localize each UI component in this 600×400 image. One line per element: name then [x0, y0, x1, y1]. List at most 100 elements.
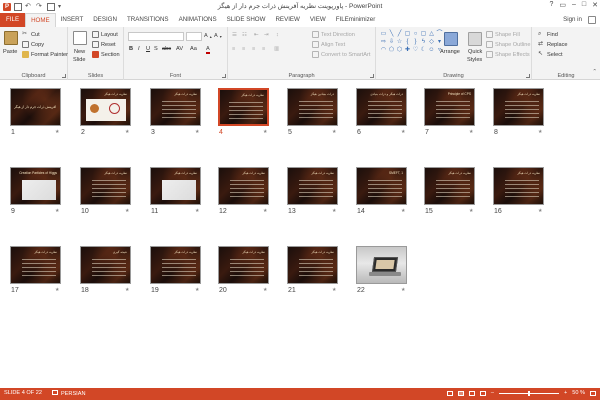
shape-callout-icon[interactable]: ◇	[428, 39, 435, 46]
slide-thumbnail-image[interactable]: نظریه آفرینش ذرات جرم دار از هیگز	[10, 88, 61, 126]
shape-fill-button[interactable]: Shape Fill	[486, 31, 520, 38]
shape-textbox-icon[interactable]: ▭	[380, 31, 387, 38]
shape-oval-icon[interactable]: ○	[412, 31, 419, 38]
shapes-gallery[interactable]: ▭ ╲ ╱ ▢ ○ ▢ △ ⌒ ⇨ ⇩ ☆{} ϟ ◇ ▾ ◠ ⬠ ⬡ ✚ ♡ ☾ ☺ ▿	[380, 31, 443, 61]
bold-button[interactable]: B	[129, 46, 133, 52]
columns-icon[interactable]: ▥	[274, 46, 279, 52]
shape-star-icon[interactable]: ☆	[396, 39, 403, 46]
arrange-button[interactable]: Arrange	[440, 49, 460, 55]
animation-star-icon[interactable]: ★	[125, 287, 129, 293]
slide-thumbnail-image[interactable]: نظریه ذرات هیگز	[150, 246, 201, 284]
animation-star-icon[interactable]: ★	[538, 129, 542, 135]
clipboard-dialog-launcher-icon[interactable]	[62, 74, 66, 78]
normal-view-icon[interactable]	[446, 390, 453, 396]
slide-thumbnail[interactable]: ذرات بنیادین هیگز 5 ★	[287, 88, 338, 136]
slide-thumbnail-image[interactable]: ذرات بنیادین هیگز	[287, 88, 338, 126]
animation-star-icon[interactable]: ★	[469, 129, 473, 135]
slide-thumbnail-image[interactable]: نظریه ذرات هیگز	[150, 167, 201, 205]
increase-indent-icon[interactable]: ⇥	[264, 32, 269, 38]
slide-thumbnail[interactable]: SMEFT, 1 14 ★	[356, 167, 407, 215]
slide-thumbnail[interactable]: نظریه ذرات هیگز 4 ★	[218, 88, 269, 136]
slide-thumbnail-image[interactable]: ذرات هیگز و ذرات بنیادی	[356, 88, 407, 126]
tab-review[interactable]: REVIEW	[270, 13, 304, 27]
shape-brace-icon[interactable]: {	[404, 39, 411, 46]
slide-thumbnail-image[interactable]: نظریه ذرات هیگز	[218, 167, 269, 205]
slide-thumbnail-image[interactable]: نظریه ذرات هیگز	[493, 167, 544, 205]
slide-thumbnail-image[interactable]: نظریه ذرات هیگز	[287, 167, 338, 205]
underline-button[interactable]: U	[146, 46, 150, 52]
shape-arrow-right-icon[interactable]: ⇨	[380, 39, 387, 46]
slide-thumbnail[interactable]: نظریه ذرات هیگز 19 ★	[150, 246, 201, 294]
animation-star-icon[interactable]: ★	[263, 129, 267, 135]
quick-styles-button[interactable]: Quick	[468, 49, 482, 55]
slide-thumbnail-image[interactable]: نظریه ذرات هیگز	[80, 167, 131, 205]
decrease-indent-icon[interactable]: ⇤	[254, 32, 259, 38]
animation-star-icon[interactable]: ★	[332, 287, 336, 293]
paste-icon[interactable]	[4, 31, 18, 45]
animation-star-icon[interactable]: ★	[401, 129, 405, 135]
shape-hexagon-icon[interactable]: ⬡	[396, 47, 403, 54]
font-color-icon[interactable]: A	[206, 46, 210, 54]
grow-font-icon[interactable]: A ▴	[204, 33, 212, 39]
slide-show-view-icon[interactable]	[479, 390, 486, 396]
slide-thumbnail-image[interactable]: نظریه ذرات هیگز	[10, 246, 61, 284]
shape-line-icon[interactable]: ╲	[388, 31, 395, 38]
cut-button[interactable]: ✂ Cut	[22, 31, 40, 38]
animation-star-icon[interactable]: ★	[55, 287, 59, 293]
shape-smiley-icon[interactable]: ☺	[428, 47, 435, 54]
font-size-input[interactable]	[186, 32, 202, 41]
shape-moon-icon[interactable]: ☾	[420, 47, 427, 54]
shape-more-icon[interactable]: ▾	[436, 39, 443, 46]
slide-thumbnail-image[interactable]: نظریه ذرات هیگز	[218, 246, 269, 284]
slide-thumbnail-image[interactable]: نظریه ذرات هیگز	[80, 88, 131, 126]
section-button[interactable]: Section	[92, 51, 120, 58]
select-button[interactable]: ↖ Select	[538, 51, 563, 58]
slide-thumbnail-image[interactable]	[356, 246, 407, 284]
animation-star-icon[interactable]: ★	[469, 208, 473, 214]
reading-view-icon[interactable]	[468, 390, 475, 396]
text-direction-button[interactable]: Text Direction	[312, 31, 355, 38]
tab-home[interactable]: HOME	[25, 13, 56, 27]
zoom-in-icon[interactable]: +	[564, 390, 567, 396]
slide-thumbnail[interactable]: نظریه ذرات هیگز 13 ★	[287, 167, 338, 215]
justify-icon[interactable]: ≡	[262, 46, 265, 52]
shape-arc-icon[interactable]: ◠	[380, 47, 387, 54]
slide-thumbnail[interactable]: نظریه ذرات هیگز 10 ★	[80, 167, 131, 215]
strikethrough-abc-button[interactable]: abc	[162, 46, 171, 52]
slide-thumbnail-image[interactable]: نظریه ذرات هیگز	[493, 88, 544, 126]
zoom-slider-thumb[interactable]	[527, 390, 530, 396]
animation-star-icon[interactable]: ★	[332, 129, 336, 135]
new-slide-button-label2[interactable]: Slide	[73, 57, 85, 63]
paragraph-dialog-launcher-icon[interactable]	[370, 74, 374, 78]
line-spacing-icon[interactable]: ↕	[276, 32, 279, 38]
animation-star-icon[interactable]: ★	[125, 208, 129, 214]
slide-thumbnail[interactable]: نظریه ذرات هیگز 17 ★	[10, 246, 61, 294]
align-right-icon[interactable]: ≡	[252, 46, 255, 52]
animation-star-icon[interactable]: ★	[55, 208, 59, 214]
tab-insert[interactable]: INSERT	[56, 13, 89, 27]
slide-thumbnail-image[interactable]: نظریه ذرات هیگز	[218, 88, 269, 126]
arrange-icon[interactable]	[444, 32, 458, 46]
animation-star-icon[interactable]: ★	[55, 129, 59, 135]
replace-button[interactable]: ⇄ Replace	[538, 41, 568, 48]
powerpoint-app-icon[interactable]: P	[3, 2, 11, 11]
tab-transitions[interactable]: TRANSITIONS	[122, 13, 174, 27]
slide-thumbnail-image[interactable]: نظریه ذرات هیگز	[424, 167, 475, 205]
slide-thumbnail[interactable]: نظریه ذرات هیگز 11 ★	[150, 167, 201, 215]
quick-styles-icon[interactable]	[468, 32, 482, 46]
save-icon[interactable]	[14, 2, 22, 11]
align-text-button[interactable]: Align Text	[312, 41, 345, 48]
format-painter-button[interactable]: Format Painter	[22, 51, 68, 58]
animation-star-icon[interactable]: ★	[401, 287, 405, 293]
bullets-icon[interactable]: ☰	[232, 32, 237, 38]
italic-button[interactable]: I	[138, 46, 140, 52]
strikethrough-button[interactable]: S	[154, 46, 158, 52]
align-center-icon[interactable]: ≡	[242, 46, 245, 52]
animation-star-icon[interactable]: ★	[263, 208, 267, 214]
slide-thumbnail-image[interactable]: نظریه ذرات هیگز	[150, 88, 201, 126]
animation-star-icon[interactable]: ★	[332, 208, 336, 214]
slide-thumbnail-image[interactable]: SMEFT, 1	[356, 167, 407, 205]
slide-thumbnail-image[interactable]: نتیجه گیری	[80, 246, 131, 284]
tab-slide-show[interactable]: SLIDE SHOW	[222, 13, 271, 27]
collapse-ribbon-icon[interactable]: ⌃	[592, 69, 597, 75]
